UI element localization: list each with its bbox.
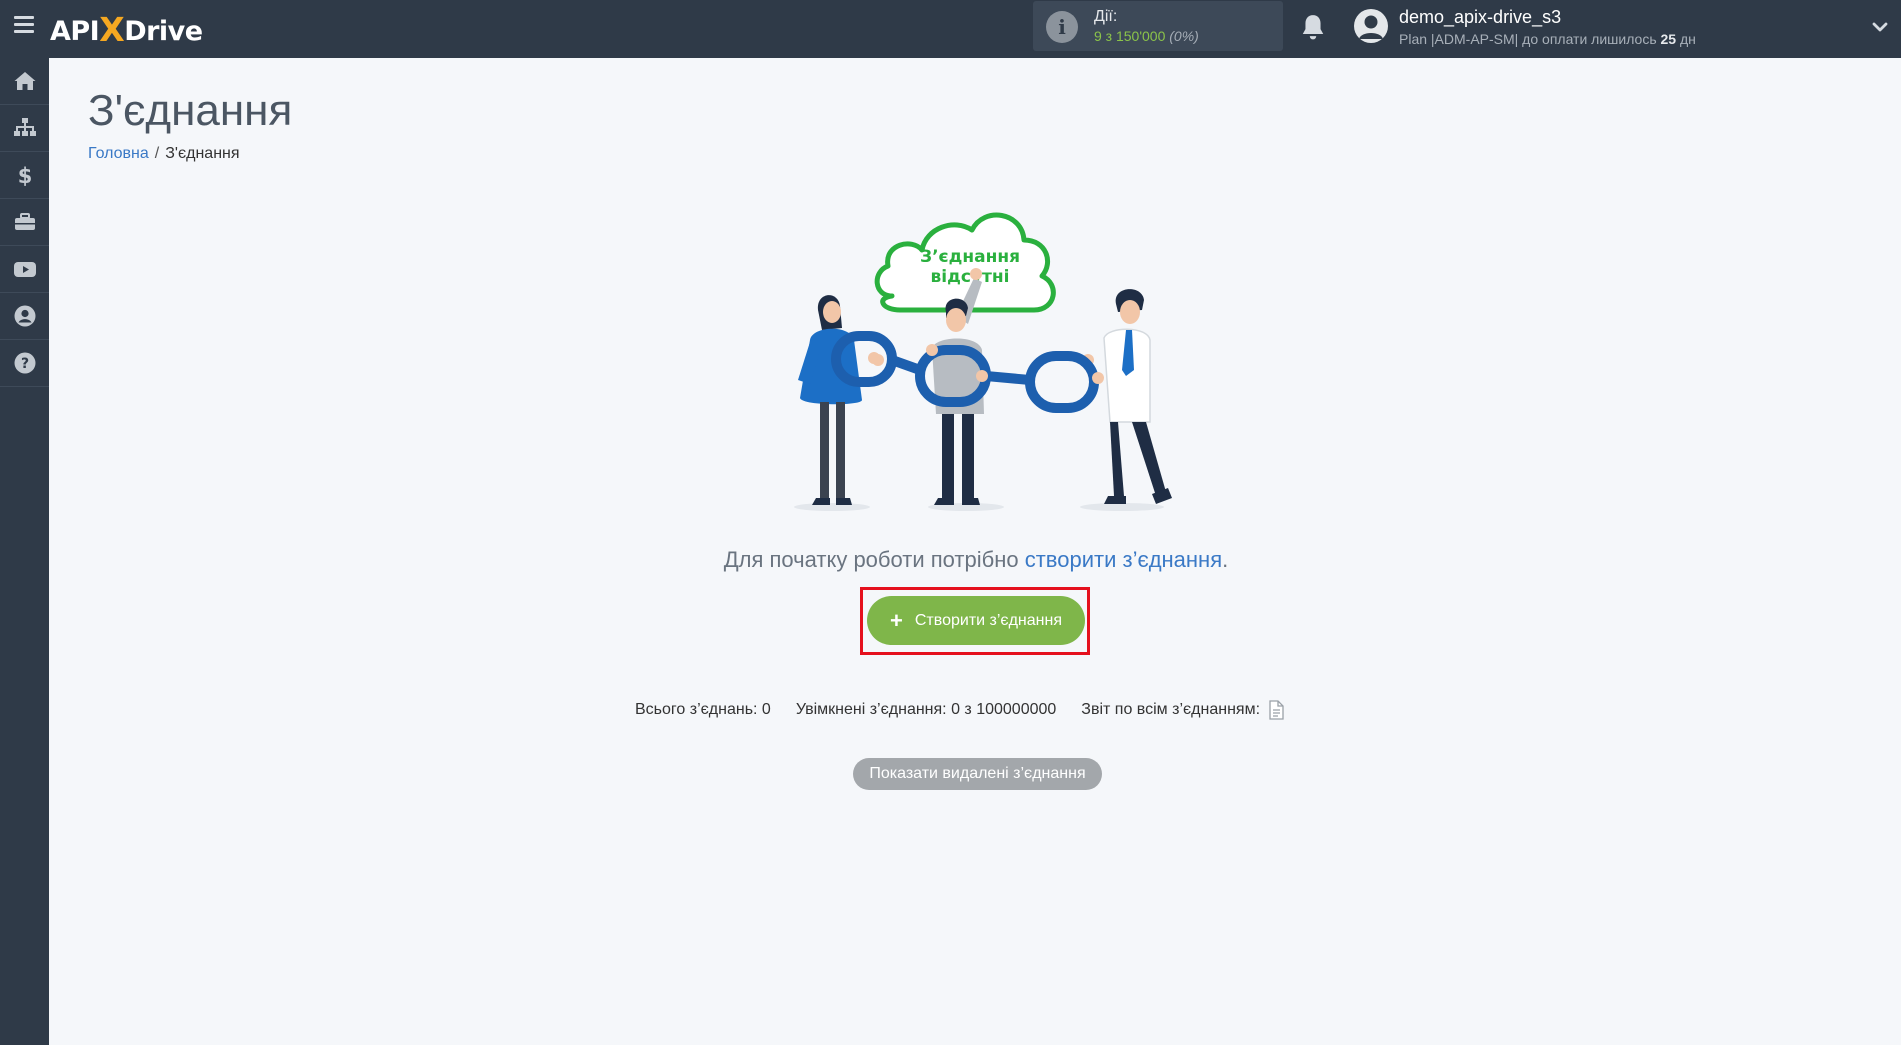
days-left: 25	[1660, 31, 1677, 47]
menu-icon[interactable]	[14, 16, 34, 36]
avatar[interactable]	[1354, 9, 1388, 43]
actions-percent: (0%)	[1169, 28, 1199, 44]
page-title: З'єднання	[88, 86, 293, 135]
sidebar-item-help[interactable]: ?	[0, 340, 49, 387]
youtube-icon	[13, 262, 36, 277]
sidebar-item-billing[interactable]: $	[0, 152, 49, 199]
plus-icon: +	[890, 607, 903, 633]
person-woman	[798, 295, 880, 505]
logo[interactable]: APIXDrive	[50, 9, 203, 49]
sidebar-item-services[interactable]	[0, 199, 49, 246]
sidebar-item-account[interactable]	[0, 293, 49, 340]
chevron-down-icon[interactable]	[1870, 17, 1890, 37]
empty-state-text: Для початку роботи потрібно створити з’є…	[0, 547, 1901, 573]
show-deleted-button[interactable]: Показати видалені з’єднання	[853, 758, 1102, 790]
connection-stats: Всього з’єднань: 0 Увімкнені з’єднання: …	[635, 700, 1284, 720]
logo-part-drive: Drive	[124, 16, 203, 47]
create-connection-link[interactable]: створити з’єднання	[1025, 547, 1222, 572]
person-man	[1082, 289, 1172, 504]
actions-value: 9 з 150'000 (0%)	[1094, 28, 1199, 44]
breadcrumb-separator: /	[154, 145, 160, 162]
plan-text: Plan |ADM-AP-SM| до оплати лишилось	[1399, 31, 1657, 47]
sitemap-icon	[13, 118, 36, 136]
user-plan: Plan |ADM-AP-SM| до оплати лишилось 25 д…	[1399, 31, 1696, 47]
logo-part-api: API	[50, 16, 100, 47]
lead-text: Для початку роботи потрібно	[723, 547, 1019, 572]
svg-text:$: $	[17, 164, 32, 187]
user-name[interactable]: demo_apix-drive_s3	[1399, 7, 1561, 28]
actions-count: 9 з 150'000	[1094, 28, 1166, 44]
sidebar-item-home[interactable]	[0, 58, 49, 105]
dollar-icon: $	[17, 164, 32, 187]
svg-text:?: ?	[20, 356, 28, 372]
info-icon: i	[1046, 11, 1078, 43]
logo-part-x: X	[99, 10, 125, 49]
create-connection-button[interactable]: + Створити з’єднання	[867, 596, 1085, 645]
actions-label: Дії:	[1094, 8, 1118, 25]
question-circle-icon: ?	[14, 352, 35, 374]
breadcrumb-current: З'єднання	[165, 145, 240, 162]
empty-connections-illustration: З’єднання відсутні	[794, 212, 1172, 511]
home-icon	[14, 72, 35, 90]
total-connections: Всього з’єднань: 0	[635, 701, 771, 718]
enabled-connections: Увімкнені з’єднання: 0 з 100000000	[795, 701, 1057, 718]
lead-period: .	[1222, 547, 1229, 572]
sidebar-item-video[interactable]	[0, 246, 49, 293]
report-label: Звіт по всім з’єднанням:	[1081, 701, 1261, 718]
breadcrumb: Головна / З'єднання	[88, 145, 240, 163]
cloud-text-line1: З’єднання	[920, 247, 1020, 267]
sidebar-item-connections[interactable]	[0, 105, 49, 152]
user-circle-icon	[14, 305, 35, 327]
breadcrumb-home-link[interactable]: Головна	[88, 145, 149, 162]
actions-counter: i Дії: 9 з 150'000 (0%)	[1033, 1, 1283, 51]
days-suffix: дн	[1679, 31, 1696, 47]
create-connection-label: Створити з’єднання	[914, 611, 1062, 629]
top-bar: APIXDrive i Дії: 9 з 150'000 (0%) demo_a…	[0, 0, 1901, 58]
briefcase-icon	[14, 213, 35, 230]
document-icon[interactable]	[1268, 700, 1284, 720]
bell-icon[interactable]	[1300, 13, 1326, 41]
cloud-text-line2: відсутні	[931, 267, 1010, 287]
